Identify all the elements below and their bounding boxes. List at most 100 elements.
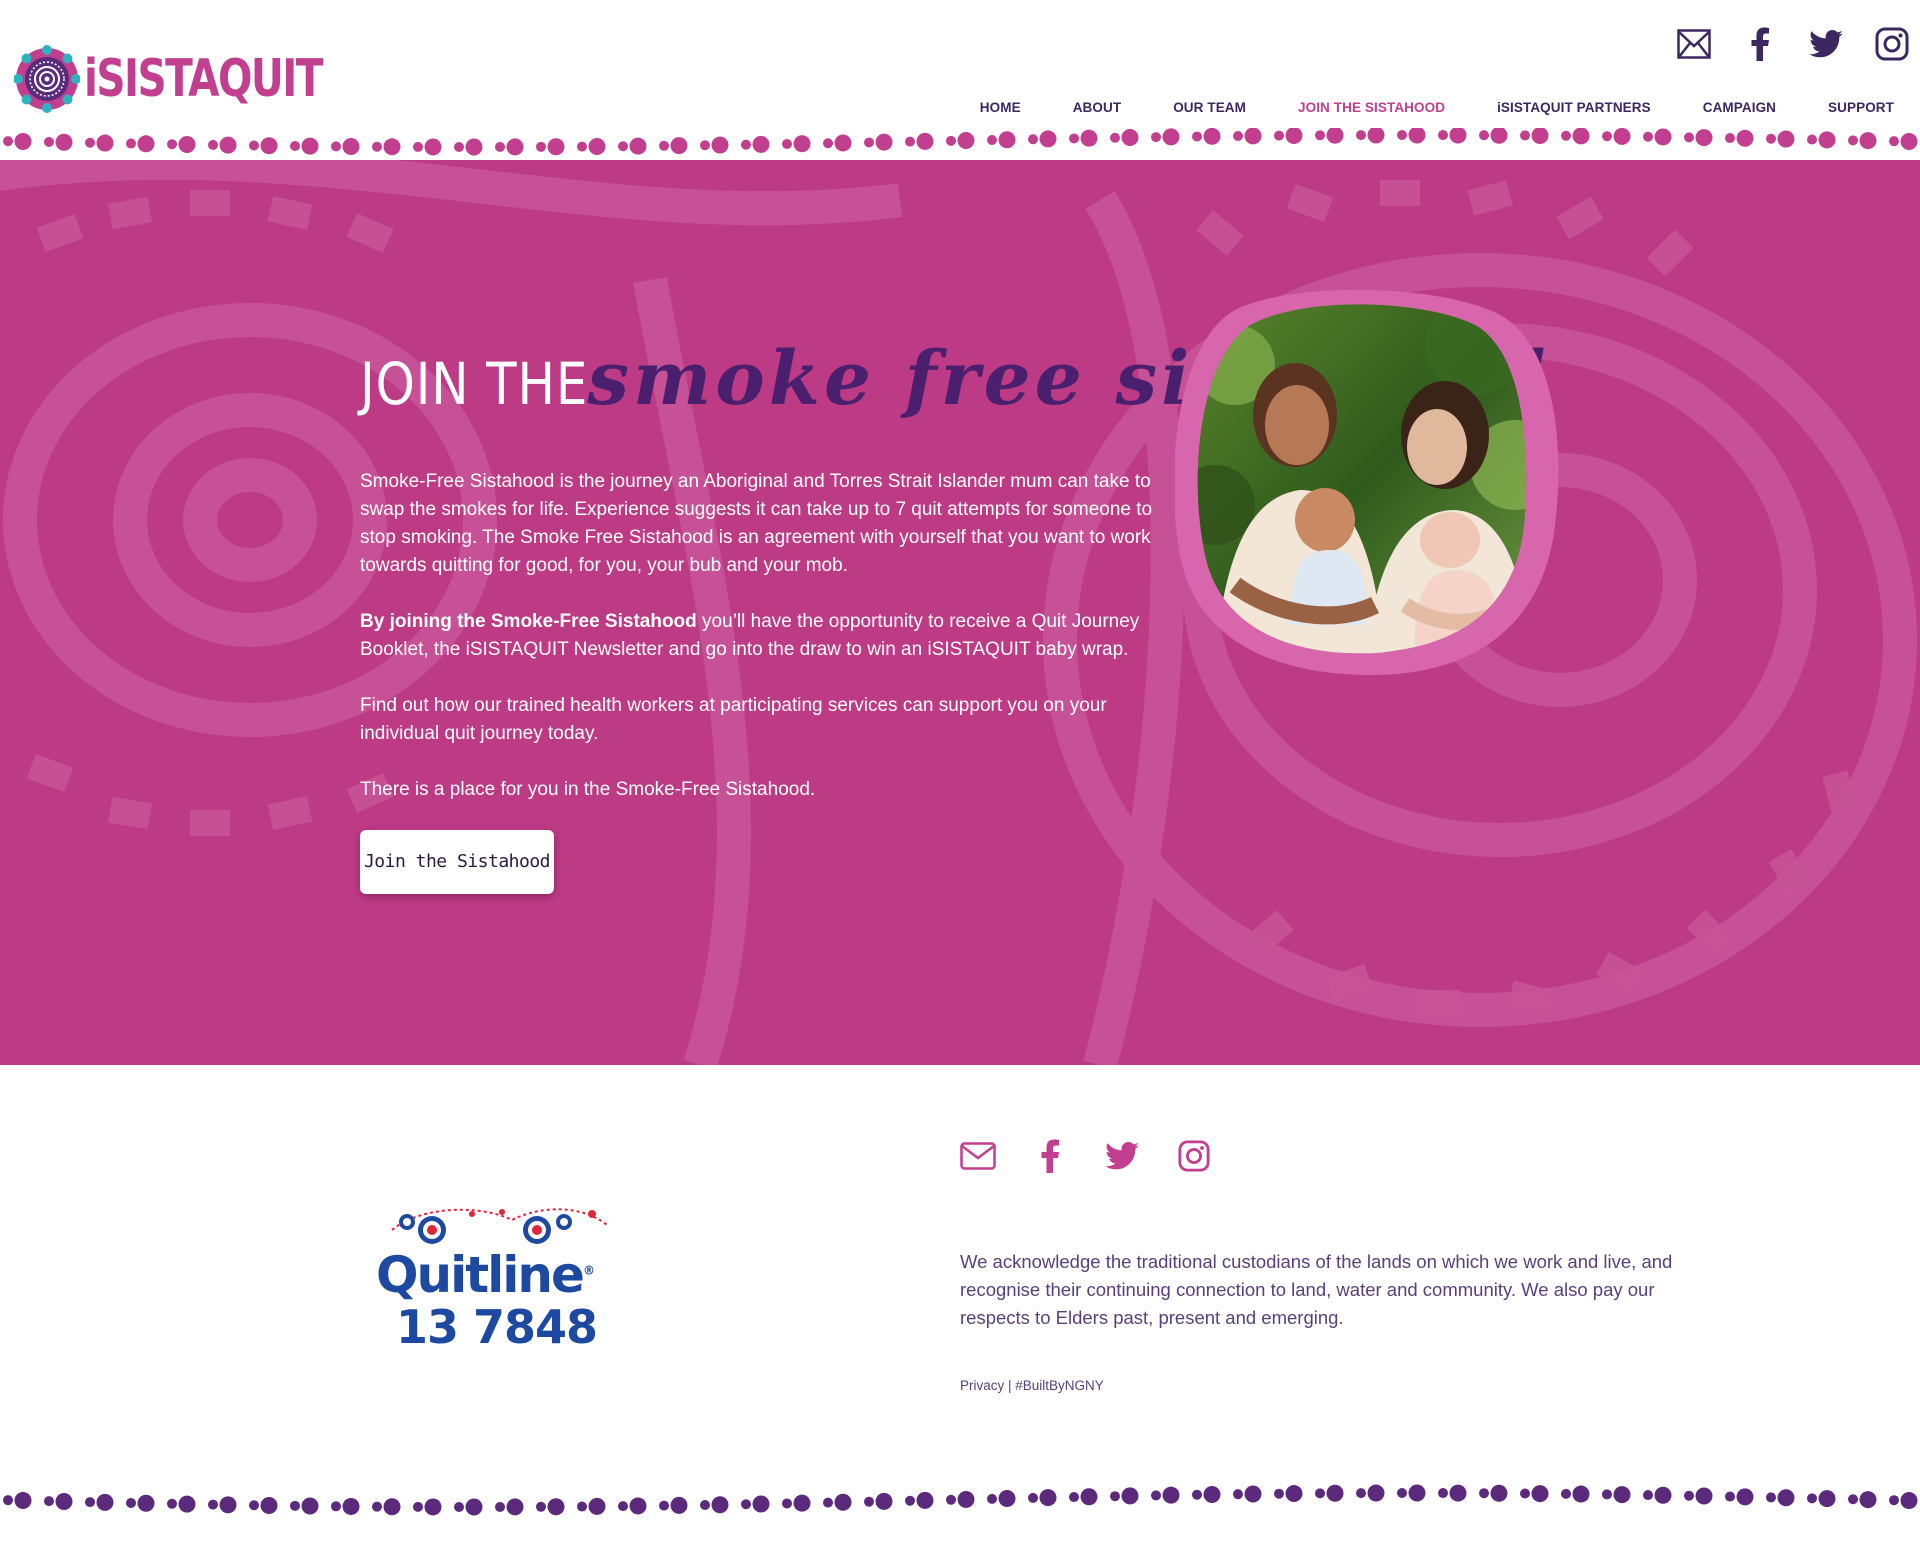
border-dot xyxy=(823,138,833,149)
border-dot xyxy=(629,137,647,155)
border-dot xyxy=(834,1493,852,1511)
border-dot xyxy=(659,1500,669,1511)
border-dot xyxy=(1438,1488,1448,1499)
border-dot xyxy=(1479,130,1489,141)
nav-support[interactable]: SUPPORT xyxy=(1828,100,1894,115)
nav-about[interactable]: ABOUT xyxy=(1073,100,1122,115)
instagram-icon[interactable] xyxy=(1176,1138,1212,1174)
border-dot xyxy=(1766,1492,1776,1503)
border-dot xyxy=(1203,1486,1221,1504)
twitter-icon[interactable] xyxy=(1104,1138,1140,1174)
facebook-icon[interactable] xyxy=(1742,26,1778,62)
border-dot xyxy=(1561,130,1571,141)
border-dot xyxy=(1121,128,1139,146)
border-dot xyxy=(670,137,688,155)
border-dot xyxy=(946,135,956,146)
border-dot xyxy=(1572,1485,1590,1503)
border-dot xyxy=(864,137,874,148)
border-dot xyxy=(957,1490,975,1508)
border-dot xyxy=(1684,132,1694,143)
border-dot xyxy=(219,136,237,154)
border-dot xyxy=(290,1500,300,1511)
border-dot xyxy=(916,132,934,150)
border-dot xyxy=(14,1492,32,1510)
nav-join-the-sistahood[interactable]: JOIN THE SISTAHOOD xyxy=(1298,100,1445,115)
border-dot xyxy=(44,1496,54,1507)
border-dot xyxy=(1725,1491,1735,1502)
border-dot xyxy=(454,141,464,152)
border-dot xyxy=(1807,1493,1817,1504)
border-dot xyxy=(424,1498,442,1516)
border-dot xyxy=(1285,1485,1303,1503)
border-dot xyxy=(372,141,382,152)
border-dot xyxy=(547,138,565,156)
border-dot xyxy=(1080,1488,1098,1506)
logo-mandala-icon xyxy=(14,45,80,113)
border-dot xyxy=(957,132,975,150)
border-dot xyxy=(301,1497,319,1515)
nav-home[interactable]: HOME xyxy=(980,100,1021,115)
border-dot xyxy=(1039,1489,1057,1507)
nav-campaign[interactable]: CAMPAIGN xyxy=(1703,100,1776,115)
quitline-logo[interactable]: Quitline® 13 7848 xyxy=(362,1200,617,1354)
privacy-link[interactable]: Privacy xyxy=(960,1378,1004,1393)
border-dot xyxy=(834,134,852,152)
hero-paragraph-support: Find out how our trained health workers … xyxy=(360,695,1107,744)
border-dot xyxy=(905,136,915,147)
border-dot xyxy=(618,141,628,152)
border-dot xyxy=(1900,1492,1918,1510)
border-dot xyxy=(782,1498,792,1509)
nav-our-team[interactable]: OUR TEAM xyxy=(1173,100,1246,115)
border-dot xyxy=(1859,132,1877,150)
nav-isistaquit-partners[interactable]: iSISTAQUIT PARTNERS xyxy=(1497,100,1651,115)
dot-border-top xyxy=(3,128,1918,156)
border-dot xyxy=(1203,128,1221,145)
main-nav: HOME ABOUT OUR TEAM JOIN THE SISTAHOOD i… xyxy=(980,100,1894,115)
quitline-registered-mark: ® xyxy=(582,1263,595,1278)
border-dot xyxy=(1531,128,1549,145)
mail-icon[interactable] xyxy=(1676,26,1712,62)
border-dot xyxy=(3,1495,13,1506)
border-dot xyxy=(1531,1485,1549,1503)
border-dot xyxy=(465,1498,483,1516)
border-dot xyxy=(1274,1488,1284,1499)
border-dot xyxy=(1192,1489,1202,1500)
border-dot xyxy=(331,141,341,152)
border-dot xyxy=(1479,1488,1489,1499)
dot-border-bottom xyxy=(3,1484,1918,1516)
border-dot xyxy=(208,139,218,150)
hero-photo xyxy=(1175,289,1559,676)
border-dot xyxy=(1602,1489,1612,1500)
site-logo[interactable]: iSISTAQUIT xyxy=(14,44,389,114)
border-dot xyxy=(96,134,114,152)
join-sistahood-button[interactable]: Join the Sistahood xyxy=(360,830,554,894)
border-dot xyxy=(3,136,13,147)
border-dot xyxy=(260,137,278,155)
border-dot xyxy=(167,1498,177,1509)
border-dot xyxy=(413,1501,423,1512)
border-dot xyxy=(249,1500,259,1511)
border-dot xyxy=(946,1494,956,1505)
border-dot xyxy=(372,1501,382,1512)
border-dot xyxy=(998,1490,1016,1508)
hero-paragraph-benefits: By joining the Smoke-Free Sistahood you’… xyxy=(360,608,1175,664)
border-dot xyxy=(711,136,729,154)
hero-heading: JOIN THE smoke free sistahood xyxy=(360,336,1545,422)
instagram-icon[interactable] xyxy=(1874,26,1910,62)
border-dot xyxy=(1408,128,1426,144)
border-dot xyxy=(137,1494,155,1512)
acknowledgement-of-country: We acknowledge the traditional custodian… xyxy=(960,1251,1673,1328)
border-dot xyxy=(1162,128,1180,146)
hero-heading-plain: JOIN THE xyxy=(360,350,589,418)
twitter-icon[interactable] xyxy=(1808,26,1844,62)
quitline-wordmark: Quitline® xyxy=(376,1246,595,1304)
built-by-link[interactable]: #BuiltByNGNY xyxy=(1015,1378,1104,1393)
border-dot xyxy=(1233,1489,1243,1500)
border-dot xyxy=(126,1497,136,1508)
border-dot xyxy=(1602,131,1612,142)
facebook-icon[interactable] xyxy=(1032,1138,1068,1174)
border-dot xyxy=(383,1498,401,1516)
border-dot xyxy=(793,135,811,153)
border-dot xyxy=(1848,135,1858,146)
mail-icon[interactable] xyxy=(960,1138,996,1174)
